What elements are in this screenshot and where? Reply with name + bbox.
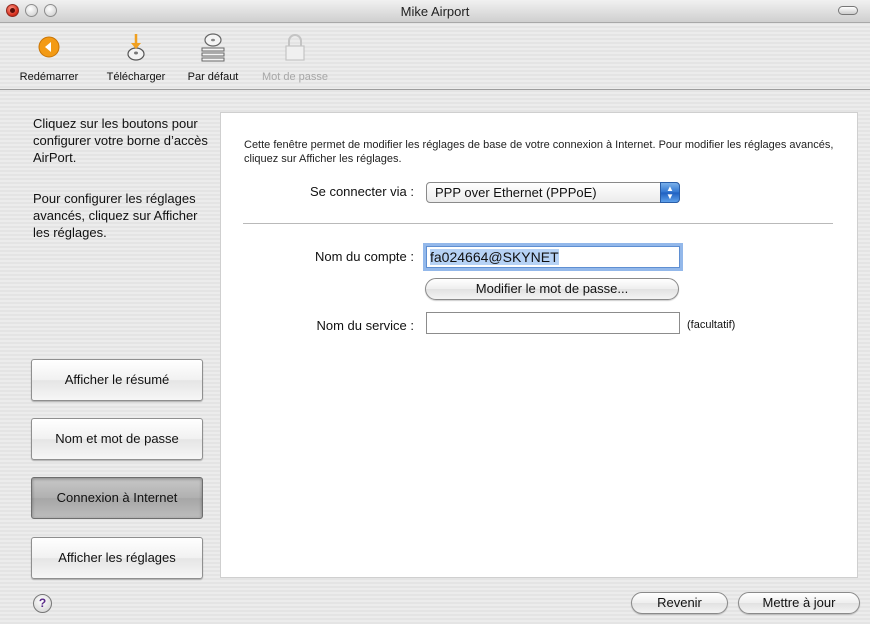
update-button[interactable]: Mettre à jour (738, 592, 860, 614)
password-label: Mot de passe (261, 71, 329, 83)
download-icon (127, 34, 145, 61)
account-name-field[interactable]: fa024664@SKYNET (426, 246, 680, 268)
default-icon (201, 33, 225, 62)
sidebar-intro: Cliquez sur les boutons pour configurer … (33, 116, 208, 165)
connect-via-popup[interactable]: PPP over Ethernet (PPPoE) ▲ ▼ (426, 182, 680, 203)
divider (243, 223, 833, 224)
account-name-label: Nom du compte : (315, 249, 414, 264)
lock-icon (285, 34, 305, 61)
sidebar-advanced-hint: Pour configurer les réglages avancés, cl… (33, 191, 198, 240)
toolbar: Redémarrer Télécharger Par défaut Mot de… (0, 23, 870, 90)
title-bar: Mike Airport (0, 0, 870, 23)
connect-via-value: PPP over Ethernet (PPPoE) (435, 185, 597, 200)
account-name-value: fa024664@SKYNET (430, 249, 559, 265)
restart-button[interactable]: Redémarrer (4, 23, 94, 89)
name-password-button[interactable]: Nom et mot de passe (31, 418, 203, 460)
internet-connection-button[interactable]: Connexion à Internet (31, 477, 203, 519)
default-button[interactable]: Par défaut (176, 23, 250, 89)
revert-button[interactable]: Revenir (631, 592, 728, 614)
service-name-label: Nom du service : (316, 318, 414, 333)
help-button[interactable]: ? (33, 594, 52, 613)
restart-icon (38, 36, 60, 58)
restart-label: Redémarrer (19, 71, 79, 83)
toolbar-toggle-button[interactable] (838, 6, 858, 15)
connect-via-label: Se connecter via : (309, 184, 414, 199)
popup-arrows-icon: ▲ ▼ (660, 182, 680, 203)
default-label: Par défaut (187, 71, 239, 83)
optional-note: (facultatif) (687, 319, 736, 331)
download-button[interactable]: Télécharger (96, 23, 176, 89)
show-summary-button[interactable]: Afficher le résumé (31, 359, 203, 401)
settings-panel: Cette fenêtre permet de modifier les rég… (220, 112, 858, 578)
service-name-field[interactable] (426, 312, 680, 334)
change-password-button[interactable]: Modifier le mot de passe... (425, 278, 679, 300)
show-settings-button[interactable]: Afficher les réglages (31, 537, 203, 579)
download-label: Télécharger (106, 71, 166, 83)
password-button: Mot de passe (252, 23, 338, 89)
window-title: Mike Airport (400, 4, 470, 19)
panel-intro: Cette fenêtre permet de modifier les rég… (244, 139, 834, 165)
